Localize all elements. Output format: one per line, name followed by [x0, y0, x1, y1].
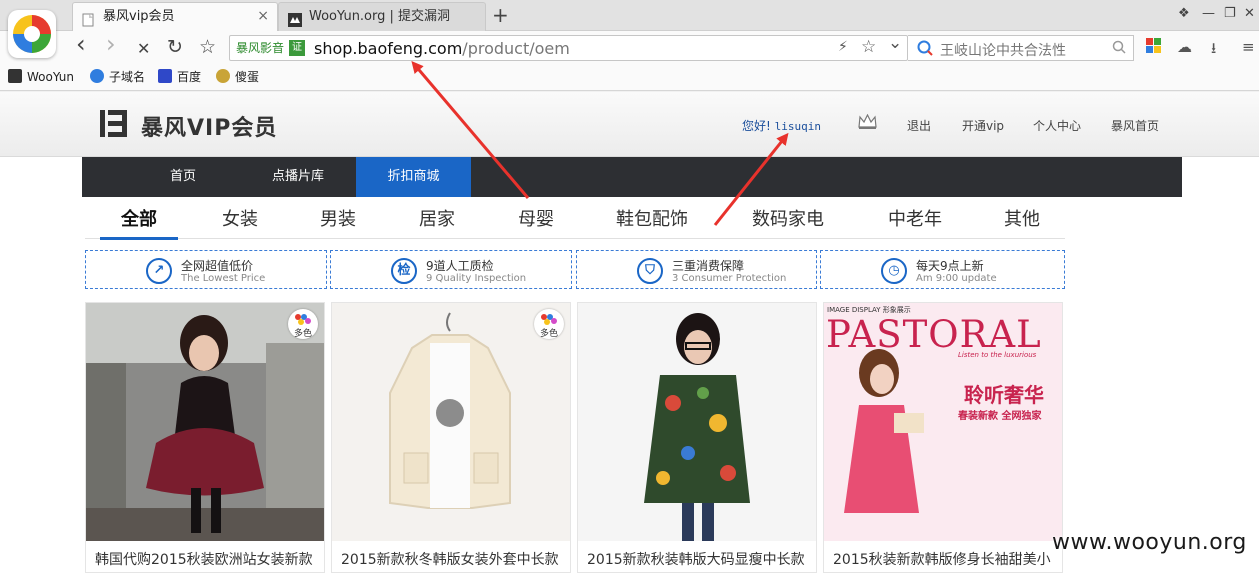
tab-wooyun[interactable]: WooYun.org | 提交漏洞	[278, 2, 486, 31]
cloud-icon[interactable]: ☁	[1177, 38, 1192, 56]
bookmark-subdomain[interactable]: 子域名	[90, 69, 145, 85]
address-bar[interactable]: 暴风影音 证 shop.baofeng.com/product/oem ⚡ ☆ …	[229, 33, 908, 61]
service-title: 每天9点上新	[916, 259, 984, 273]
baidu-icon	[158, 69, 172, 83]
user-center-link[interactable]: 个人中心	[1033, 117, 1081, 134]
wooyun-favicon	[288, 10, 302, 27]
browser-logo-icon[interactable]	[8, 10, 56, 58]
minimize-button[interactable]: —	[1202, 6, 1215, 21]
price-icon: ↗	[146, 258, 172, 284]
tab-title: WooYun.org | 提交漏洞	[309, 9, 451, 24]
category-home[interactable]: 居家	[407, 205, 467, 231]
service-daily-update: ◷ 每天9点上新 Am 9:00 update	[820, 250, 1065, 289]
nav-discount-mall[interactable]: 折扣商城	[356, 157, 471, 197]
greeting: 您好! lisuqin	[742, 119, 821, 133]
category-bags[interactable]: 鞋包配饰	[607, 205, 697, 231]
shield-icon: ⛉	[637, 258, 663, 284]
username[interactable]: lisuqin	[775, 120, 821, 133]
multi-color-badge: 多色	[534, 309, 564, 339]
service-lowest-price: ↗ 全网超值低价 The Lowest Price	[85, 250, 327, 289]
bookmark-baidu[interactable]: 百度	[158, 69, 201, 85]
service-title: 9道人工质检	[426, 259, 494, 273]
product-title[interactable]: 2015新款秋冬韩版女装外套中长款	[341, 549, 566, 569]
site-badge: 暴风影音	[236, 41, 285, 55]
service-consumer-protection: ⛉ 三重消费保障 3 Consumer Protection	[576, 250, 817, 289]
product-card[interactable]: 多色 2015新款秋冬韩版女装外套中长款	[331, 302, 571, 573]
service-title: 全网超值低价	[181, 259, 254, 273]
active-category-underline	[100, 237, 178, 240]
watermark: www.wooyun.org	[1052, 530, 1247, 555]
category-other[interactable]: 其他	[992, 205, 1052, 231]
open-vip-link[interactable]: 开通vip	[962, 117, 1004, 134]
shadan-icon	[216, 69, 230, 83]
service-subtitle: 3 Consumer Protection	[672, 273, 787, 284]
page-icon	[82, 10, 94, 27]
product-image[interactable]: IMAGE DISPLAY 形象展示 PASTORAL Listen to th…	[824, 303, 1062, 541]
wooyun-icon	[8, 69, 22, 83]
lightning-icon[interactable]: ⚡	[838, 39, 848, 55]
verified-icon[interactable]: 证	[289, 40, 305, 56]
product-image[interactable]	[578, 303, 816, 541]
search-icon[interactable]	[1112, 39, 1126, 58]
category-elderly[interactable]: 中老年	[880, 205, 950, 231]
url-dropdown-icon[interactable]: ⌄	[888, 33, 902, 53]
service-subtitle: The Lowest Price	[181, 273, 266, 284]
product-title[interactable]: 2015新款秋装韩版大码显瘦中长款	[587, 549, 812, 569]
url-text[interactable]: shop.baofeng.com/product/oem	[314, 39, 570, 58]
category-women[interactable]: 女装	[210, 205, 270, 231]
logout-link[interactable]: 退出	[907, 117, 931, 134]
product-card[interactable]: 多色 韩国代购2015秋装欧洲站女装新款	[85, 302, 325, 573]
skin-icon[interactable]: ❖	[1178, 6, 1190, 21]
magazine-sub: 春装新款 全网独家	[958, 411, 1042, 422]
service-subtitle: Am 9:00 update	[916, 273, 997, 284]
check-icon: 检	[391, 258, 417, 284]
category-all[interactable]: 全部	[100, 205, 178, 231]
stop-button[interactable]: ✕	[137, 38, 150, 60]
service-quality-check: 检 9道人工质检 9 Quality Inspection	[330, 250, 572, 289]
category-digital[interactable]: 数码家电	[743, 205, 833, 231]
new-tab-button[interactable]: +	[492, 3, 509, 27]
bookmark-shadan[interactable]: 傻蛋	[216, 69, 259, 85]
reload-button[interactable]: ↻	[167, 36, 183, 58]
category-men[interactable]: 男装	[308, 205, 368, 231]
product-title[interactable]: 韩国代购2015秋装欧洲站女装新款	[95, 549, 320, 569]
menu-icon[interactable]: ≡	[1242, 38, 1255, 56]
maximize-button[interactable]: ❐	[1224, 6, 1236, 21]
search-input[interactable]: 王岐山论中共合法性	[940, 40, 1066, 60]
tab-title: 暴风vip会员	[103, 9, 175, 24]
favorite-star-icon[interactable]: ☆	[199, 36, 216, 58]
download-icon[interactable]: ⭳	[1211, 38, 1216, 63]
clock-icon: ◷	[881, 258, 907, 284]
magazine-headline: 聆听奢华	[964, 383, 1044, 407]
product-card[interactable]: 2015新款秋装韩版大码显瘦中长款	[577, 302, 817, 573]
tab-close-icon[interactable]: ×	[257, 3, 269, 30]
service-title: 三重消费保障	[672, 259, 745, 273]
close-window-button[interactable]: ✕	[1244, 6, 1255, 21]
baofeng-logo-icon[interactable]	[98, 108, 129, 139]
back-button[interactable]: ‹	[76, 32, 86, 56]
brand-title[interactable]: 暴风VIP会员	[141, 110, 277, 142]
crown-icon[interactable]	[858, 113, 877, 134]
product-card[interactable]: IMAGE DISPLAY 形象展示 PASTORAL Listen to th…	[823, 302, 1063, 573]
forward-button[interactable]: ›	[106, 32, 116, 56]
search-box[interactable]: 王岐山论中共合法性	[908, 35, 1134, 61]
multi-color-badge: 多色	[288, 309, 318, 339]
nav-vod[interactable]: 点播片库	[243, 157, 353, 197]
nav-home[interactable]: 首页	[128, 157, 238, 197]
apps-grid-icon[interactable]	[1146, 38, 1161, 57]
search-engine-icon[interactable]	[916, 39, 934, 61]
baofeng-home-link[interactable]: 暴风首页	[1111, 117, 1159, 134]
service-subtitle: 9 Quality Inspection	[426, 273, 527, 284]
bookmark-wooyun[interactable]: WooYun	[8, 69, 74, 85]
magazine-tagline: Listen to the luxurious	[958, 351, 1037, 359]
subdomain-icon	[90, 69, 104, 83]
tab-baofeng-vip[interactable]: 暴风vip会员 ×	[72, 2, 278, 31]
product-title[interactable]: 2015秋装新款韩版修身长袖甜美小	[833, 549, 1058, 569]
bookmark-star-icon[interactable]: ☆	[861, 37, 876, 57]
category-baby[interactable]: 母婴	[506, 205, 566, 231]
